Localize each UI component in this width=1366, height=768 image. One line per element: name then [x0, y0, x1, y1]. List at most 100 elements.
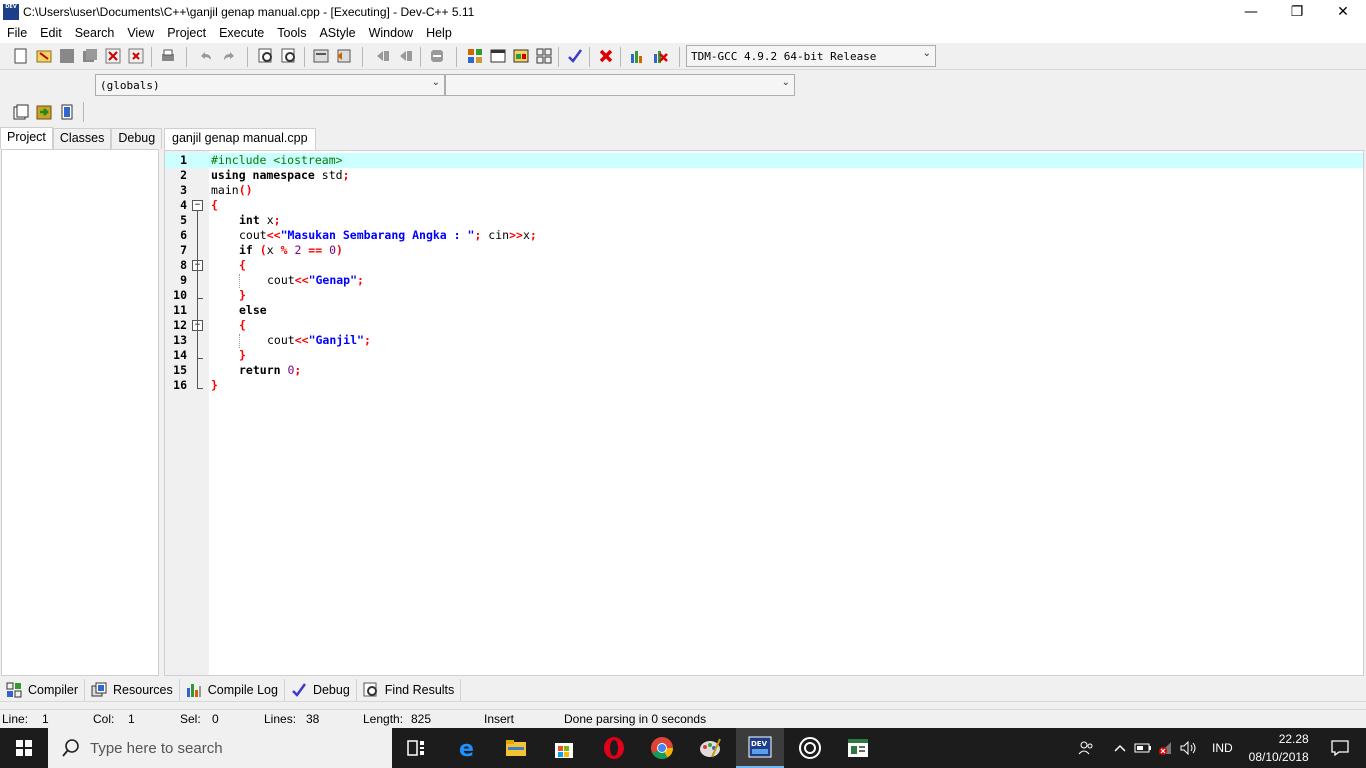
- tab-debug-bottom[interactable]: Debug: [285, 679, 357, 701]
- action-center-icon[interactable]: [1331, 740, 1349, 756]
- toggle-comment-icon[interactable]: [428, 47, 446, 65]
- code-token: if: [239, 243, 253, 257]
- svg-text:e: e: [459, 737, 474, 759]
- syntax-check-icon[interactable]: [566, 47, 584, 65]
- battery-icon[interactable]: [1134, 743, 1152, 753]
- redo-icon[interactable]: [220, 47, 238, 65]
- replace-icon[interactable]: [280, 47, 298, 65]
- restore-button[interactable]: ❐: [1274, 0, 1320, 23]
- menu-file[interactable]: File: [0, 26, 33, 40]
- tab-compiler[interactable]: Compiler: [0, 679, 86, 701]
- file-explorer-icon[interactable]: [492, 728, 540, 768]
- project-panel[interactable]: [1, 149, 159, 676]
- indent-guide: [239, 274, 240, 288]
- close-file-icon[interactable]: [104, 47, 122, 65]
- volume-icon[interactable]: [1180, 741, 1198, 755]
- compile-run-icon[interactable]: [512, 47, 530, 65]
- opera-browser-icon[interactable]: [590, 728, 638, 768]
- code-token: cout: [267, 273, 295, 287]
- menu-project[interactable]: Project: [160, 26, 212, 40]
- close-all-icon[interactable]: [127, 47, 145, 65]
- tab-resources-label: Resources: [113, 683, 173, 697]
- line-number: 6: [180, 228, 187, 242]
- notepad-app-icon[interactable]: [834, 728, 882, 768]
- unindent-icon[interactable]: [397, 47, 415, 65]
- fold-collapse-icon[interactable]: −: [192, 200, 203, 211]
- tab-debug[interactable]: Debug: [111, 128, 163, 149]
- devcpp-taskbar-icon[interactable]: DEV: [736, 728, 784, 768]
- chrome-browser-icon[interactable]: [638, 728, 686, 768]
- tab-compile-log[interactable]: Compile Log: [180, 679, 285, 701]
- bookmark-icon[interactable]: [335, 47, 353, 65]
- new-project-icon[interactable]: [12, 103, 30, 121]
- edge-browser-icon[interactable]: e: [444, 728, 492, 768]
- code-token: using namespace: [211, 168, 315, 182]
- taskbar-search-box[interactable]: Type here to search: [48, 728, 392, 768]
- menu-view[interactable]: View: [120, 26, 160, 40]
- scope-select[interactable]: (globals) ⌄: [95, 74, 445, 96]
- start-button[interactable]: [0, 728, 48, 768]
- clock[interactable]: 22.28 08/10/2018: [1249, 730, 1309, 766]
- indent-icon[interactable]: [374, 47, 392, 65]
- menu-astyle[interactable]: AStyle: [312, 26, 361, 40]
- fold-guide-end: [197, 388, 203, 389]
- undo-icon[interactable]: [197, 47, 215, 65]
- store-icon[interactable]: [540, 728, 588, 768]
- add-to-project-icon[interactable]: [35, 103, 53, 121]
- new-file-icon[interactable]: [12, 47, 30, 65]
- member-select[interactable]: ⌄: [445, 74, 795, 96]
- line-number: 11: [173, 303, 187, 317]
- menu-execute[interactable]: Execute: [212, 26, 270, 40]
- obs-app-icon[interactable]: [786, 728, 834, 768]
- remove-from-project-icon[interactable]: [58, 103, 76, 121]
- rebuild-all-icon[interactable]: [535, 47, 553, 65]
- tab-project[interactable]: Project: [0, 127, 53, 149]
- input-language[interactable]: IND: [1212, 741, 1233, 755]
- delete-profile-icon[interactable]: [651, 47, 669, 65]
- code-line: 6 cout<<"Masukan Sembarang Angka : "; ci…: [165, 228, 1363, 243]
- profile-icon[interactable]: [628, 47, 646, 65]
- splitter[interactable]: [0, 701, 1366, 708]
- find-icon[interactable]: [257, 47, 275, 65]
- menu-search[interactable]: Search: [68, 26, 121, 40]
- find-icon: [363, 682, 379, 698]
- compiler-select[interactable]: TDM-GCC 4.9.2 64-bit Release ⌄: [686, 45, 936, 67]
- line-number: 9: [180, 273, 187, 287]
- menu-window[interactable]: Window: [362, 26, 419, 40]
- editor-tab-file[interactable]: ganjil genap manual.cpp: [164, 128, 316, 150]
- stop-execution-icon[interactable]: [597, 47, 615, 65]
- tab-debug-label: Debug: [312, 683, 350, 697]
- chevron-down-icon: ⌄: [781, 77, 790, 88]
- open-file-icon[interactable]: [35, 47, 53, 65]
- goto-line-icon[interactable]: [312, 47, 330, 65]
- windows-logo-icon: [16, 740, 32, 756]
- menu-help[interactable]: Help: [419, 26, 458, 40]
- line-number: 3: [180, 183, 187, 197]
- network-disconnected-icon[interactable]: [1158, 741, 1174, 755]
- code-token: ): [336, 243, 343, 257]
- minimize-button[interactable]: —: [1228, 0, 1274, 23]
- code-editor[interactable]: 1 #include <iostream> 2 using namespace …: [164, 150, 1364, 676]
- save-icon[interactable]: [58, 47, 76, 65]
- menu-tools[interactable]: Tools: [270, 26, 312, 40]
- task-view-icon[interactable]: [392, 728, 440, 768]
- line-number: 16: [173, 378, 187, 392]
- tab-find-results[interactable]: Find Results: [357, 679, 462, 701]
- chevron-up-icon[interactable]: [1114, 744, 1126, 752]
- paint-app-icon[interactable]: [686, 728, 734, 768]
- code-token: {: [211, 198, 218, 212]
- close-button[interactable]: ✕: [1320, 0, 1366, 23]
- save-all-icon[interactable]: [81, 47, 99, 65]
- tab-classes[interactable]: Classes: [52, 128, 112, 149]
- people-icon[interactable]: [1078, 740, 1094, 756]
- line-number: 7: [180, 243, 187, 257]
- print-icon[interactable]: [159, 47, 177, 65]
- compile-icon[interactable]: [466, 47, 484, 65]
- project-toolbar: [0, 98, 1366, 126]
- tab-resources[interactable]: Resources: [85, 679, 180, 701]
- menu-edit[interactable]: Edit: [33, 26, 68, 40]
- line-number: 8: [180, 258, 187, 272]
- run-icon[interactable]: [489, 47, 507, 65]
- clock-time: 22.28: [1278, 732, 1309, 746]
- code-token: return: [239, 363, 281, 377]
